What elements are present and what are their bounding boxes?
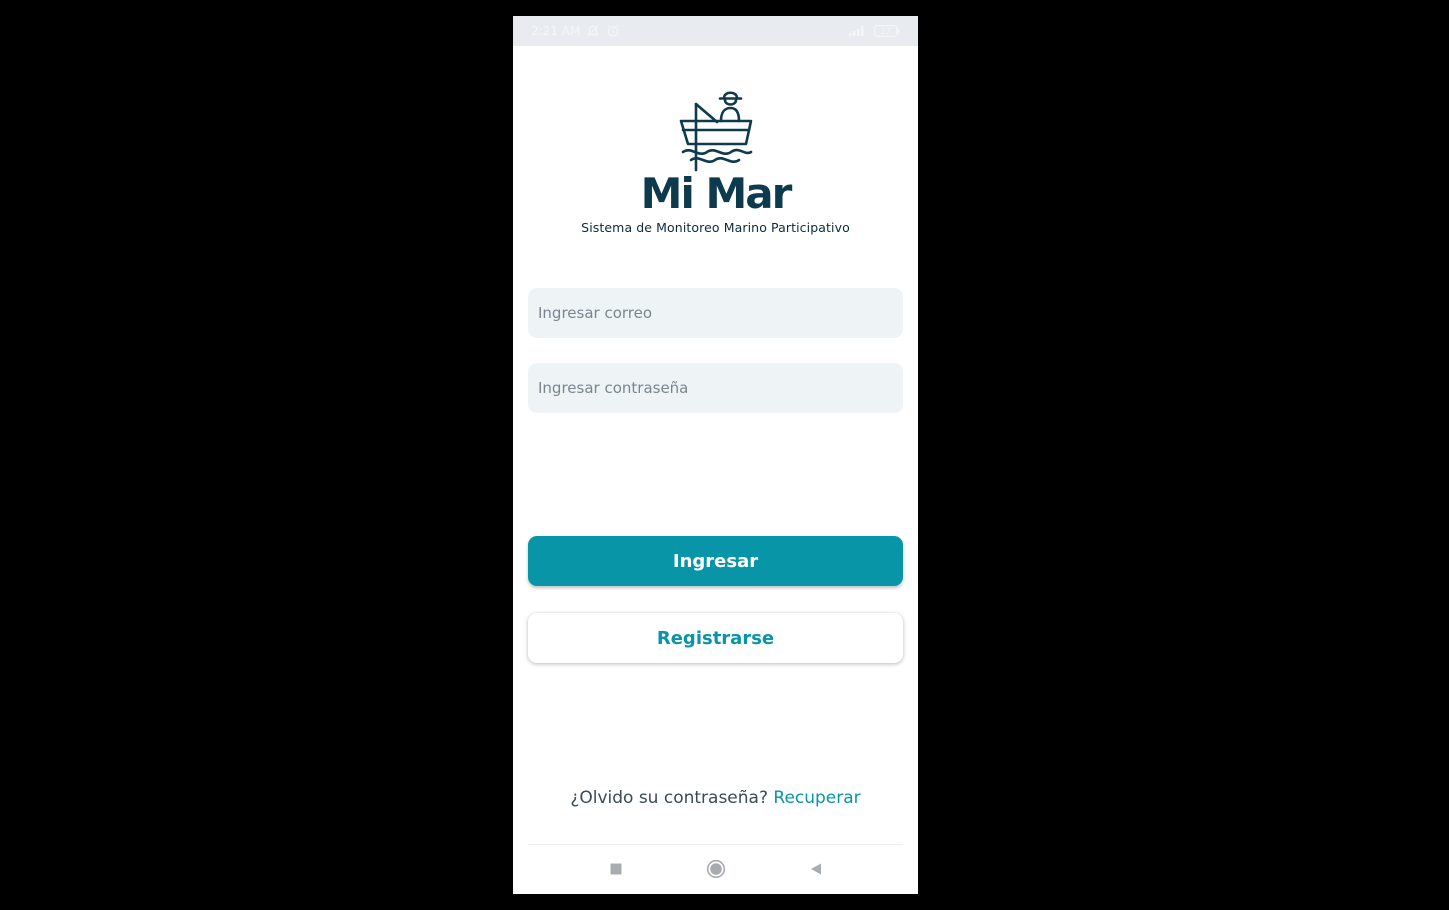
register-button[interactable]: Registrarse xyxy=(528,613,903,663)
email-field[interactable] xyxy=(528,288,903,338)
login-button-label: Ingresar xyxy=(672,550,759,572)
app-subtitle: Sistema de Monitoreo Marino Participativ… xyxy=(581,220,850,235)
back-icon[interactable] xyxy=(805,858,827,880)
alarm-icon xyxy=(606,24,620,38)
fisherman-boat-icon xyxy=(679,91,752,172)
login-button[interactable]: Ingresar xyxy=(528,536,903,586)
recover-password-link[interactable]: Recuperar xyxy=(773,788,860,808)
status-left: 2:21 AM xyxy=(531,24,620,38)
nav-divider xyxy=(528,844,903,845)
signal-icon xyxy=(846,25,868,37)
battery-icon: 27 xyxy=(874,25,900,37)
silent-mode-icon xyxy=(586,24,600,38)
register-button-label: Registrarse xyxy=(656,627,775,649)
app-logo: Mi Mar Sistema de Monitoreo Marino Parti… xyxy=(513,86,918,235)
system-nav-bar xyxy=(513,854,918,884)
phone-screen: 2:21 AM 27 Mi Mar Sistema de Monitoreo M… xyxy=(513,16,918,894)
battery-level: 27 xyxy=(881,27,891,36)
app-title: Mi Mar xyxy=(640,169,793,218)
forgot-password-prompt: ¿Olvido su contraseña? xyxy=(570,788,768,808)
password-field[interactable] xyxy=(528,363,903,413)
status-time: 2:21 AM xyxy=(531,24,581,38)
recent-apps-icon[interactable] xyxy=(605,858,627,880)
status-bar: 2:21 AM 27 xyxy=(513,16,918,46)
status-right: 27 xyxy=(846,25,900,37)
home-icon[interactable] xyxy=(705,858,727,880)
forgot-password-row: ¿Olvido su contraseña? Recuperar xyxy=(513,788,918,808)
